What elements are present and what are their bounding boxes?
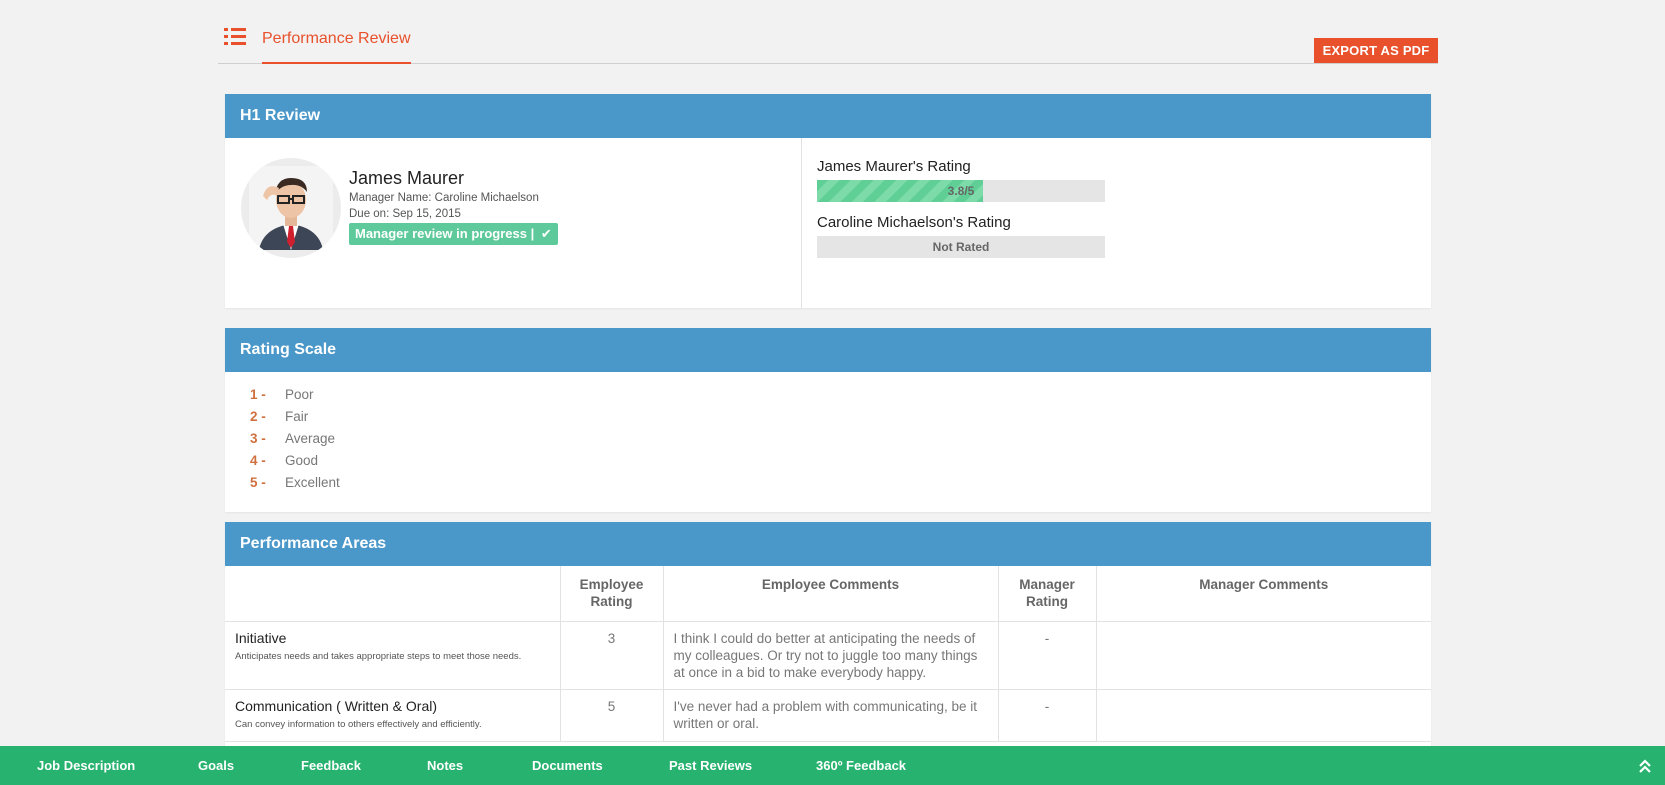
scale-number: 4 - [250, 453, 266, 468]
column-header: Employee Comments [663, 566, 999, 622]
employee-rating-cell: 5 [560, 689, 664, 742]
column-header [225, 566, 561, 622]
manager-rating-bar: Not Rated [817, 236, 1105, 258]
status-text: Manager review in progress | [355, 226, 535, 241]
table-row: Initiative Anticipates needs and takes a… [225, 621, 1431, 690]
review-summary-panel: H1 Review James Maurer Manager Name: Car… [225, 94, 1431, 308]
column-header: Manager Rating [998, 566, 1097, 622]
employee-rating-cell: 3 [560, 621, 664, 690]
performance-table: Employee Rating Employee Comments Manage… [225, 566, 1431, 742]
due-date: Due on: Sep 15, 2015 [349, 208, 461, 220]
divider [801, 138, 802, 308]
check-icon: ✔ [540, 226, 552, 241]
table-row: Communication ( Written & Oral) Can conv… [225, 689, 1431, 742]
employee-rating: James Maurer's Rating 3.8/5 [817, 158, 1105, 202]
manager-rating: Caroline Michaelson's Rating Not Rated [817, 214, 1105, 258]
scale-item: 4 - Good [250, 453, 1431, 475]
scale-item: 1 - Poor [250, 387, 1431, 409]
scale-label: Good [285, 453, 319, 468]
double-chevron-up-icon[interactable] [1637, 758, 1653, 774]
column-header: Manager Comments [1096, 566, 1431, 622]
employee-rating-value: 3.8/5 [947, 184, 975, 198]
employee-name: James Maurer [349, 168, 465, 188]
area-title: Communication ( Written & Oral) [235, 697, 438, 714]
area-description: Anticipates needs and takes appropriate … [235, 650, 522, 662]
review-title: H1 Review [225, 94, 1431, 138]
scale-label: Poor [285, 387, 314, 402]
list-icon[interactable] [224, 28, 246, 46]
performance-areas-panel: Performance Areas Employee Rating Employ… [225, 522, 1431, 752]
scale-number: 2 - [250, 409, 266, 424]
nav-goals[interactable]: Goals [198, 746, 234, 785]
scale-item: 5 - Excellent [250, 475, 1431, 497]
manager-comment-cell[interactable] [1096, 689, 1431, 742]
column-header: Employee Rating [560, 566, 664, 622]
scale-item: 3 - Average [250, 431, 1431, 453]
scale-label: Fair [285, 409, 309, 424]
bottom-nav: Job Description Goals Feedback Notes Doc… [0, 746, 1665, 785]
nav-job-description[interactable]: Job Description [37, 746, 135, 785]
nav-documents[interactable]: Documents [532, 746, 603, 785]
tab-performance-review[interactable]: Performance Review [262, 30, 411, 64]
scale-number: 5 - [250, 475, 266, 490]
employee-rating-bar: 3.8/5 [817, 180, 1105, 202]
manager-rating-cell[interactable]: - [998, 621, 1097, 690]
scale-item: 2 - Fair [250, 409, 1431, 431]
area-cell: Communication ( Written & Oral) Can conv… [225, 689, 561, 742]
scale-number: 1 - [250, 387, 266, 402]
export-pdf-button[interactable]: EXPORT AS PDF [1314, 38, 1438, 63]
area-cell: Initiative Anticipates needs and takes a… [225, 621, 561, 690]
manager-comment-cell[interactable] [1096, 621, 1431, 690]
manager-rating-cell[interactable]: - [998, 689, 1097, 742]
nav-feedback[interactable]: Feedback [301, 746, 361, 785]
nav-notes[interactable]: Notes [427, 746, 463, 785]
employee-rating-title: James Maurer's Rating [817, 158, 971, 175]
manager-name: Manager Name: Caroline Michaelson [349, 192, 539, 204]
nav-past-reviews[interactable]: Past Reviews [669, 746, 752, 785]
scale-label: Average [285, 431, 336, 446]
table-header-row: Employee Rating Employee Comments Manage… [225, 566, 1431, 622]
area-description: Can convey information to others effecti… [235, 718, 482, 730]
rating-scale-panel: Rating Scale 1 - Poor 2 - Fair 3 - Average … [225, 328, 1431, 512]
rating-scale-list: 1 - Poor 2 - Fair 3 - Average 4 - Good 5 - Ex… [225, 372, 1431, 497]
page-header: Performance Review EXPORT AS PDF [218, 0, 1438, 64]
employee-comment-cell: I've never had a problem with communicat… [663, 689, 999, 742]
nav-360-feedback[interactable]: 360º Feedback [816, 746, 906, 785]
rating-scale-title: Rating Scale [225, 328, 1431, 372]
avatar [241, 158, 341, 258]
manager-rating-title: Caroline Michaelson's Rating [817, 214, 1011, 231]
performance-areas-title: Performance Areas [225, 522, 1431, 566]
scale-number: 3 - [250, 431, 266, 446]
area-title: Initiative [235, 629, 287, 646]
status-badge: Manager review in progress | ✔ [349, 223, 558, 245]
scale-label: Excellent [285, 475, 340, 490]
employee-comment-cell: I think I could do better at anticipatin… [663, 621, 999, 690]
manager-rating-value: Not Rated [932, 240, 990, 254]
